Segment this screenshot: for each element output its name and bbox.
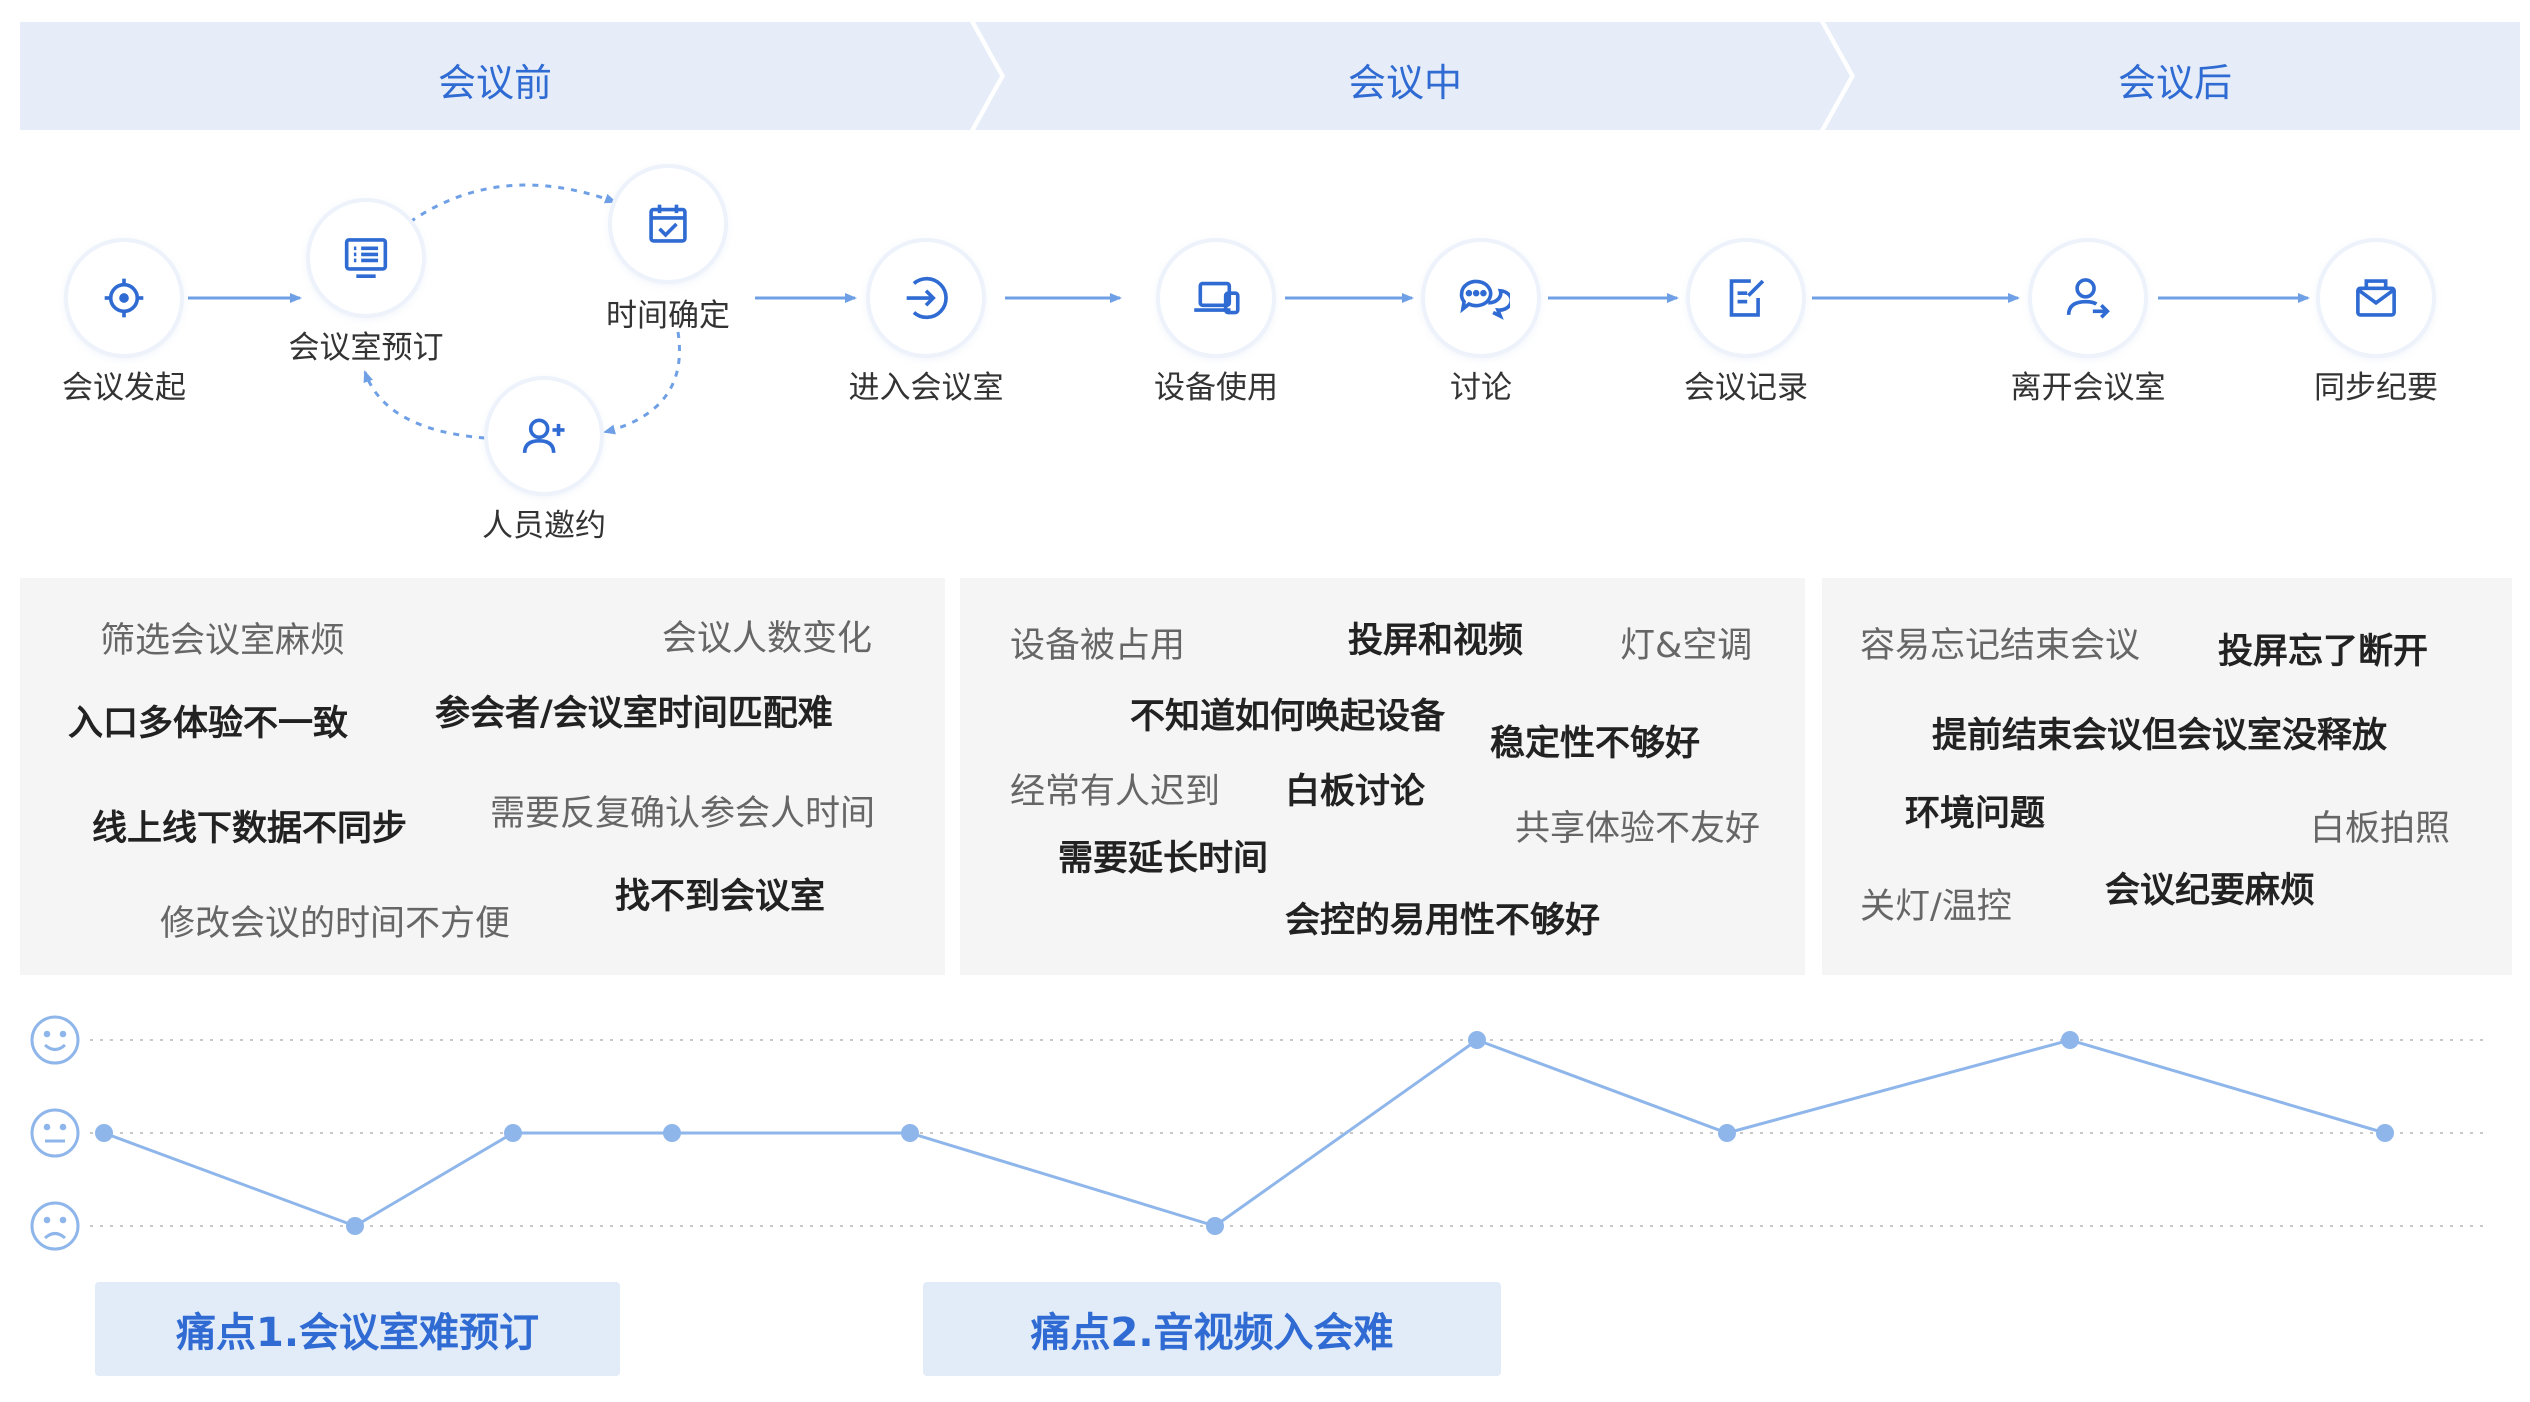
emotion-point-4 bbox=[663, 1124, 681, 1142]
dashed-arrow-booking-to-time bbox=[409, 183, 617, 224]
phase-label-after: 会议后 bbox=[2117, 61, 2232, 105]
step-enter-node[interactable] bbox=[870, 242, 982, 354]
pain-before-2: 会议人数变化 bbox=[662, 619, 873, 659]
pain-during-6: 经常有人迟到 bbox=[1010, 772, 1221, 812]
enter-arrow-icon bbox=[906, 276, 948, 320]
pain-during-2: 投屏和视频 bbox=[1348, 621, 1524, 661]
user-leave-icon bbox=[2066, 278, 2110, 319]
pain-during-5: 稳定性不够好 bbox=[1490, 724, 1701, 764]
emotion-point-6 bbox=[1206, 1217, 1224, 1235]
pain-during-9: 需要延长时间 bbox=[1058, 839, 1269, 879]
emotion-point-9 bbox=[2061, 1031, 2079, 1049]
dashed-arrow-invite-to-booking bbox=[363, 370, 486, 440]
phase-label-before: 会议前 bbox=[437, 61, 552, 105]
step-time-node[interactable] bbox=[612, 168, 724, 280]
step-booking-node[interactable] bbox=[310, 202, 422, 314]
pain-before-5: 线上线下数据不同步 bbox=[92, 809, 408, 849]
emotion-point-2 bbox=[346, 1217, 364, 1235]
step-label-record: 会议记录 bbox=[1684, 370, 1808, 406]
step-initiate-node[interactable] bbox=[68, 242, 180, 354]
pain-callout-1: 痛点1.会议室难预订 bbox=[95, 1282, 620, 1376]
step-label-time: 时间确定 bbox=[606, 298, 730, 334]
mail-sync-icon bbox=[2356, 279, 2396, 317]
pain-after-2: 投屏忘了断开 bbox=[2218, 632, 2429, 672]
pain-before-8: 修改会议的时间不方便 bbox=[160, 904, 511, 944]
step-leave-node[interactable] bbox=[2032, 242, 2144, 354]
emotion-point-3 bbox=[504, 1124, 522, 1142]
step-invite-node[interactable] bbox=[488, 380, 600, 492]
sad-face-icon bbox=[30, 1201, 80, 1251]
pain-during-8: 共享体验不友好 bbox=[1515, 809, 1761, 849]
pain-before-1: 筛选会议室麻烦 bbox=[100, 621, 346, 661]
step-label-discuss: 讨论 bbox=[1450, 370, 1512, 406]
step-device-node[interactable] bbox=[1160, 242, 1272, 354]
emotion-point-1 bbox=[95, 1124, 113, 1142]
step-record-node[interactable] bbox=[1690, 242, 1802, 354]
calendar-check-icon bbox=[649, 204, 687, 243]
pain-during-3: 灯&空调 bbox=[1620, 626, 1753, 666]
chat-bubbles-icon bbox=[1459, 279, 1510, 320]
smile-face-icon bbox=[30, 1015, 80, 1065]
pain-before-4: 参会者/会议室时间匹配难 bbox=[435, 694, 833, 734]
pain-after-1: 容易忘记结束会议 bbox=[1860, 626, 2141, 666]
step-label-invite: 人员邀约 bbox=[482, 508, 606, 544]
pain-during-7: 白板讨论 bbox=[1285, 772, 1426, 812]
monitor-list-icon bbox=[344, 238, 388, 278]
pain-after-5: 白板拍照 bbox=[2310, 809, 2451, 849]
pain-before-3: 入口多体验不一致 bbox=[68, 704, 349, 744]
step-label-leave: 离开会议室 bbox=[2010, 370, 2166, 406]
crosshair-icon bbox=[104, 278, 144, 318]
add-user-icon bbox=[522, 418, 565, 454]
pain-callout-2: 痛点2.音视频入会难 bbox=[923, 1282, 1501, 1376]
step-label-device: 设备使用 bbox=[1154, 370, 1278, 406]
dashed-arrow-time-to-invite bbox=[603, 331, 681, 435]
pain-after-4: 环境问题 bbox=[1905, 794, 2046, 834]
step-label-sync: 同步纪要 bbox=[2314, 370, 2438, 406]
step-discuss-node[interactable] bbox=[1425, 242, 1537, 354]
pain-during-1: 设备被占用 bbox=[1010, 626, 1186, 666]
pain-during-10: 会控的易用性不够好 bbox=[1285, 901, 1601, 941]
pain-before-7: 找不到会议室 bbox=[615, 877, 826, 917]
pain-during-4: 不知道如何唤起设备 bbox=[1130, 697, 1446, 737]
emotion-point-10 bbox=[2376, 1124, 2394, 1142]
laptop-device-icon bbox=[1194, 281, 1240, 315]
pain-after-7: 会议纪要麻烦 bbox=[2105, 871, 2316, 911]
step-label-initiate: 会议发起 bbox=[62, 370, 186, 406]
note-edit-icon bbox=[1729, 279, 1765, 317]
emotion-point-8 bbox=[1718, 1124, 1736, 1142]
neutral-face-icon bbox=[30, 1108, 80, 1158]
pain-before-6: 需要反复确认参会人时间 bbox=[490, 794, 876, 834]
pain-after-3: 提前结束会议但会议室没释放 bbox=[1932, 716, 2388, 756]
emotion-point-5 bbox=[901, 1124, 919, 1142]
step-label-enter: 进入会议室 bbox=[848, 370, 1004, 406]
phase-label-during: 会议中 bbox=[1347, 61, 1462, 105]
pain-after-6: 关灯/温控 bbox=[1860, 887, 2012, 927]
step-label-booking: 会议室预订 bbox=[288, 330, 444, 366]
step-sync-node[interactable] bbox=[2320, 242, 2432, 354]
emotion-point-7 bbox=[1468, 1031, 1486, 1049]
